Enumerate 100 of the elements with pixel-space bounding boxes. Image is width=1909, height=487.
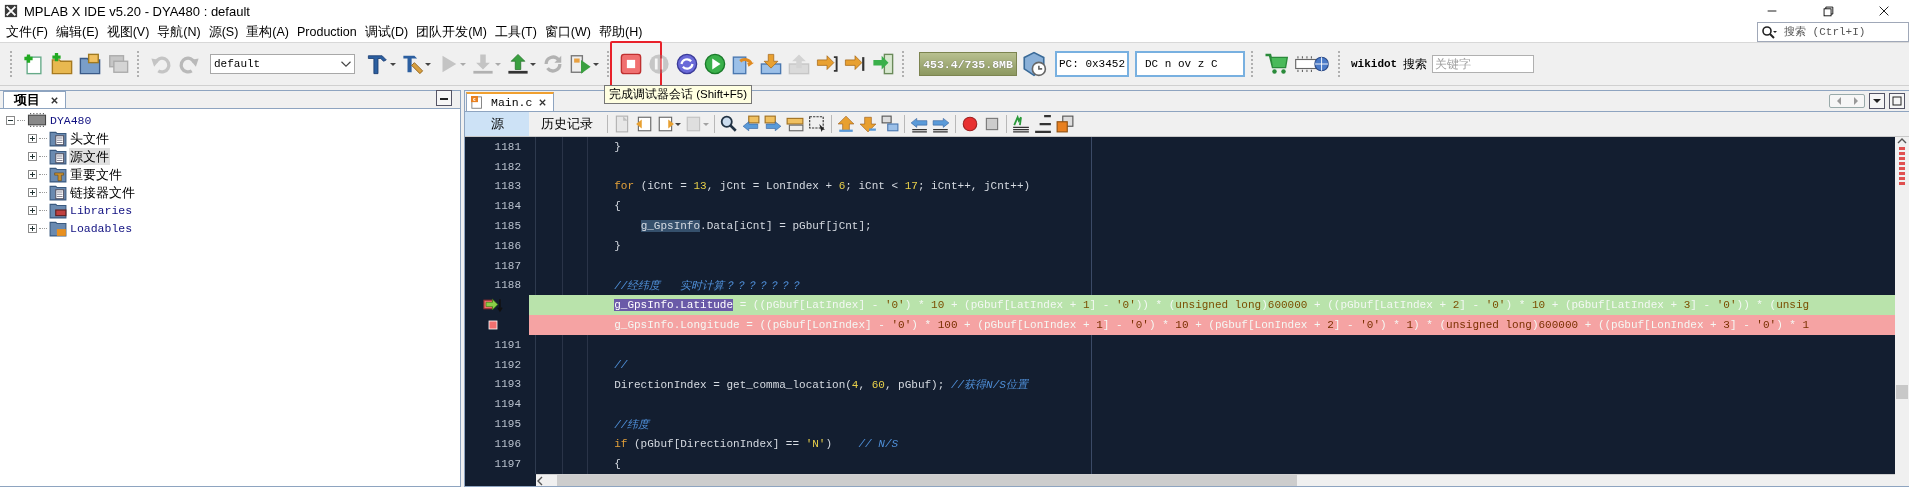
- panel-tab[interactable]: 项目: [3, 91, 66, 108]
- caret-icon: [425, 62, 431, 66]
- view-tab[interactable]: 源: [465, 112, 529, 136]
- scroll-thumb[interactable]: [1896, 385, 1908, 399]
- expander-icon[interactable]: [28, 133, 37, 143]
- maximize-button[interactable]: [1889, 93, 1905, 109]
- keyword-field[interactable]: 关键字: [1432, 55, 1535, 73]
- chevron-up-icon: [1897, 137, 1907, 145]
- shift-up-button[interactable]: [836, 113, 856, 135]
- step-into-icon: [760, 53, 782, 75]
- menu-item[interactable]: 调试(D): [360, 23, 413, 41]
- line-number: 1197: [494, 457, 521, 470]
- tree-item[interactable]: Libraries: [69, 201, 134, 219]
- line-number: 1193: [494, 378, 521, 391]
- refresh-icon: [542, 53, 564, 75]
- line-number: 1195: [494, 418, 521, 431]
- rectangle-select-button[interactable]: [807, 113, 827, 135]
- stop-square-icon: [983, 115, 1001, 133]
- previous-occurrence-icon: [742, 115, 760, 133]
- menu-item[interactable]: 导航(N): [153, 23, 205, 41]
- tree-item[interactable]: 重要文件: [69, 165, 123, 183]
- tab-list-button[interactable]: [1869, 93, 1885, 109]
- view-tab[interactable]: 历史记录: [531, 112, 603, 136]
- c-pages-button[interactable]: [1055, 113, 1075, 135]
- expander-icon[interactable]: [28, 151, 37, 161]
- line-number: 1196: [494, 437, 521, 450]
- minimize-panel-button[interactable]: [436, 90, 452, 106]
- expander-icon[interactable]: [28, 187, 37, 197]
- next-occurrence-icon: [764, 115, 782, 133]
- line-number: 1192: [494, 358, 521, 371]
- code-line: g_GpsInfo.Data[iCnt] = pGbuf[jCnt];: [640, 220, 872, 233]
- vertical-scrollbar[interactable]: [1895, 137, 1909, 486]
- menu-item[interactable]: 团队开发(M): [412, 23, 491, 41]
- code-line: //纬度: [614, 417, 650, 432]
- stop-icon: [620, 53, 642, 75]
- code-line: for (iCnt = 13, jCnt = LonIndex + 6; iCnt < 17; iCnt++, jCnt++): [614, 180, 1031, 193]
- step-over-icon: [732, 53, 754, 75]
- menu-item[interactable]: 文件(F): [2, 23, 52, 41]
- new-project-icon: [23, 53, 45, 75]
- document-icon: [613, 115, 631, 133]
- comment-icon: [1012, 115, 1030, 133]
- folder-icon: [49, 165, 67, 183]
- line-number: 1181: [494, 140, 521, 153]
- code-line: g_GpsInfo.Latitude = ((pGbuf[LatIndex] - '0') * 10 + (pGbuf[LatIndex + 1] - '0')) * (unsigned long)600000 + ((pGbuf[LatIndex + 2] - '0') * 10 + (pGbuf[LatIndex + 3] - '0')) * (unsig: [614, 299, 1810, 312]
- menu-item[interactable]: 窗口(W): [540, 23, 595, 41]
- tree-item[interactable]: DYA480: [49, 111, 93, 129]
- line-number: 1194: [494, 398, 521, 411]
- code-line: }: [614, 239, 621, 252]
- tree-item[interactable]: Loadables: [69, 219, 134, 237]
- shift-right-icon: [932, 115, 950, 133]
- window-title: MPLAB X IDE v5.20 - DYA480 : default: [24, 3, 250, 19]
- folder-icon: [49, 147, 67, 165]
- expander-icon[interactable]: [6, 115, 15, 125]
- line-number: 1191: [494, 338, 521, 351]
- menu-item[interactable]: Production: [293, 23, 361, 41]
- program-counter-icon: [482, 297, 504, 314]
- c-file-icon: [471, 95, 485, 110]
- caret-icon: [703, 122, 709, 126]
- scroll-thumb[interactable]: [557, 474, 1297, 486]
- cart-icon: [1264, 52, 1288, 76]
- search-field[interactable]: 搜索 (Ctrl+I): [1784, 26, 1894, 38]
- expander-icon[interactable]: [28, 223, 37, 233]
- expander-icon[interactable]: [28, 169, 37, 179]
- close-icon: [1877, 4, 1891, 18]
- line-number: 1184: [494, 200, 521, 213]
- code-line: if (pGbuf[DirectionIndex] == 'N') // N/S: [614, 437, 899, 450]
- tooltip: 完成调试器会话 (Shift+F5): [604, 85, 752, 104]
- tree-item[interactable]: 链接器文件: [69, 183, 136, 201]
- menu-item[interactable]: 帮助(H): [595, 23, 647, 41]
- configuration-dropdown[interactable]: default: [210, 54, 355, 74]
- horizontal-scrollbar[interactable]: [536, 473, 1895, 486]
- line-number: 1186: [494, 239, 521, 252]
- find-icon: [720, 115, 738, 133]
- menu-item[interactable]: 工具(T): [490, 23, 541, 41]
- expander-icon[interactable]: [28, 205, 37, 215]
- menu-item[interactable]: 视图(V): [102, 23, 154, 41]
- code-line: //: [614, 358, 628, 371]
- rectangle-select-icon: [808, 115, 826, 133]
- highlight-icon: [786, 115, 804, 133]
- c-pages-icon: [1056, 115, 1074, 133]
- menu-item[interactable]: 源(S): [204, 23, 243, 41]
- comment-button[interactable]: [1011, 113, 1031, 135]
- wikidot-label: wikidot: [1351, 58, 1398, 70]
- uncomment-icon: [1034, 115, 1052, 133]
- line-number: 1185: [494, 220, 521, 233]
- code-line: }: [614, 140, 621, 153]
- tree-item[interactable]: 头文件: [69, 129, 110, 147]
- tree-item[interactable]: 源文件: [69, 147, 110, 165]
- uncomment-button[interactable]: [1033, 113, 1053, 135]
- folder-icon: [49, 129, 67, 147]
- search-icon: [1760, 25, 1780, 39]
- line-number: 1182: [494, 160, 521, 173]
- folder-icon: [49, 201, 67, 219]
- program-counter: PC: 0x3452: [1055, 51, 1129, 77]
- menu-item[interactable]: 重构(A): [242, 23, 293, 41]
- search-box[interactable]: 搜索 (Ctrl+I): [1757, 22, 1909, 42]
- line-number: 1188: [494, 279, 521, 292]
- tab-label: 项目: [14, 91, 40, 109]
- menu-item[interactable]: 编辑(E): [51, 23, 103, 41]
- file-tab[interactable]: Main.c: [466, 92, 555, 111]
